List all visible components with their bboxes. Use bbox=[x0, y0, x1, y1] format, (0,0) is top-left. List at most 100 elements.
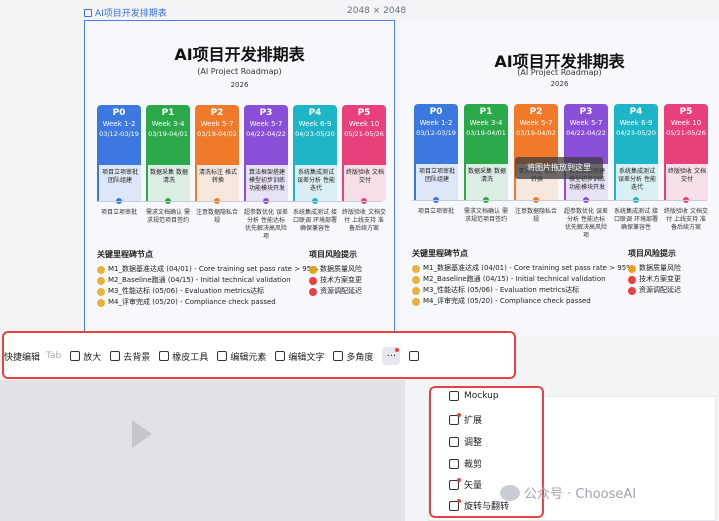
vector-icon bbox=[449, 477, 461, 490]
risks-title: 项目风险提示 bbox=[309, 250, 357, 259]
wechat-icon bbox=[500, 484, 520, 501]
phase-body: 系统集成测试 误差分析 性能迭代 bbox=[614, 164, 658, 200]
menu-item-mockup[interactable]: Mockup bbox=[449, 391, 499, 401]
milestone-item: M2_Baseline跑通 (04/15) - Initial technica… bbox=[97, 275, 318, 286]
phase-tasks: 系统集成测试 接口联调 环境部署 确保兼容性 bbox=[293, 209, 337, 232]
risk-item: 数据质量风险 bbox=[628, 263, 681, 274]
phase-body: 终版验收 文档交付 bbox=[342, 165, 386, 201]
image-toolbar: 快捷编辑 Tab 放大 去背景 橡皮工具 编辑元素 编辑文字 多角度 ··· bbox=[4, 344, 428, 368]
milestone-item: M3_性能达标 (05/06) - Evaluation metrics达标 bbox=[97, 286, 318, 297]
check-icon bbox=[412, 297, 420, 306]
phase-header-p0: P0 Week 1-2 03/12-03/19 bbox=[414, 104, 458, 164]
timeline bbox=[97, 201, 382, 205]
drop-hint: 将图片拖放到这里 bbox=[515, 157, 603, 179]
roadmap-subtitle: (AI Project Roadmap) bbox=[517, 68, 602, 77]
milestone-item: M4_评审完成 (05/20) - Compliance check passe… bbox=[97, 297, 318, 308]
phase-tasks: 需求文档确认 需求规范项目签约 bbox=[464, 208, 508, 223]
risk-item: 资源调配延迟 bbox=[628, 285, 681, 296]
phase-header-p3: P3 Week 5-7 04/22-04/22 bbox=[564, 104, 608, 164]
phase-tasks: 项目立项审批 bbox=[417, 208, 454, 215]
roadmap-year: 2026 bbox=[230, 81, 249, 89]
shirt-icon bbox=[449, 391, 459, 401]
more-button[interactable]: ··· bbox=[382, 347, 401, 365]
eraser-icon bbox=[159, 351, 170, 361]
phase-header-p5: P5 Week 10 05/21-05/26 bbox=[664, 104, 708, 164]
phase-body: 终版验收 文档交付 bbox=[664, 164, 708, 200]
text-edit-icon bbox=[275, 351, 286, 361]
phase-header-p1: P1 Week 3-4 03/19-04/01 bbox=[146, 105, 190, 165]
phase-tasks: 超参数优化 误差分析 性能达标 优先解决高风险项 bbox=[244, 209, 288, 240]
cube-icon bbox=[333, 351, 344, 361]
phase-header-p5: P5 Week 10 05/21-05/26 bbox=[342, 105, 386, 165]
image-icon bbox=[84, 8, 92, 17]
check-icon bbox=[412, 264, 420, 273]
roadmap-card-selected[interactable]: AI项目开发排期表 (AI Project Roadmap) 2026 P0 We… bbox=[84, 20, 395, 336]
layers-icon bbox=[217, 351, 228, 361]
phase-tasks: 终版验收 文档交付 上线支持 准备后续方案 bbox=[342, 209, 386, 232]
phase-tasks: 超参数优化 误差分析 性能达标 优先解决高风险项 bbox=[564, 208, 608, 239]
check-icon bbox=[97, 265, 105, 274]
phase-body: 算法框架搭建 模型初步训练 功能模块开发 bbox=[244, 165, 288, 201]
crop-icon bbox=[449, 458, 459, 469]
phase-tasks: 终版验收 文档交付 上线支持 准备后续方案 bbox=[664, 208, 708, 231]
check-icon bbox=[97, 287, 105, 296]
menu-item-adjust[interactable]: 调整 bbox=[449, 435, 482, 448]
phase-body: 清洗标注 格式转换 bbox=[195, 165, 239, 201]
alert-icon bbox=[309, 276, 317, 285]
phase-header-p4: P4 Week 6-9 04/23-05/20 bbox=[614, 104, 658, 164]
video-preview[interactable] bbox=[0, 380, 405, 521]
milestones-title: 关键里程碑节点 bbox=[97, 250, 153, 259]
phase-header-p2: P2 Week 5-7 03/19-04/02 bbox=[514, 104, 558, 164]
phase-tasks: 需求文档确认 需求规范项目签约 bbox=[146, 209, 190, 224]
phase-tasks: 注意数据隐私合规 bbox=[514, 208, 557, 223]
phase-body: 数据采集 数据清洗 bbox=[146, 165, 190, 201]
play-icon[interactable] bbox=[132, 420, 152, 448]
phase-header-p1: P1 Week 3-4 03/19-04/01 bbox=[464, 104, 508, 164]
watermark: 公众号 · ChooseAI bbox=[500, 483, 636, 502]
canvas-size: 2048 × 2048 bbox=[347, 6, 407, 16]
edit-text-button[interactable]: 编辑文字 bbox=[275, 350, 324, 363]
risks: 项目风险提示 数据质量风险 技术方案变更 资源调配延迟 bbox=[309, 249, 362, 297]
milestone-item: M2_Baseline跑通 (04/15) - Initial technica… bbox=[412, 274, 633, 285]
milestones: 关键里程碑节点 M1_数据基准达成 (04/01) - Core trainin… bbox=[97, 249, 318, 308]
milestone-item: M4_评审完成 (05/20) - Compliance check passe… bbox=[412, 296, 633, 307]
phase-body: 项目立项审批 团队组建 bbox=[414, 164, 458, 200]
multi-angle-button[interactable]: 多角度 bbox=[333, 350, 373, 363]
phase-body: 项目立项审批 团队组建 bbox=[97, 165, 141, 201]
edit-elements-button[interactable]: 编辑元素 bbox=[217, 350, 266, 363]
remove-background-button[interactable]: 去背景 bbox=[110, 350, 150, 363]
phase-header-p4: P4 Week 6-9 04/23-05/20 bbox=[293, 105, 337, 165]
check-icon bbox=[412, 275, 420, 284]
risk-item: 资源调配延迟 bbox=[309, 286, 362, 297]
milestone-item: M3_性能达标 (05/06) - Evaluation metrics达标 bbox=[412, 285, 633, 296]
menu-item-vector[interactable]: 矢量 bbox=[449, 477, 482, 491]
roadmap-title: AI项目开发排期表 bbox=[174, 45, 305, 64]
download-icon bbox=[409, 351, 420, 361]
check-icon bbox=[412, 286, 420, 295]
risk-item: 技术方案变更 bbox=[628, 274, 681, 285]
menu-item-crop[interactable]: 裁剪 bbox=[449, 457, 482, 470]
alert-icon bbox=[628, 286, 636, 295]
timeline bbox=[412, 200, 707, 204]
menu-item-expand[interactable]: 扩展 bbox=[449, 412, 482, 426]
eraser-button[interactable]: 橡皮工具 bbox=[159, 350, 208, 363]
adjust-icon bbox=[449, 436, 459, 447]
phase-tasks: 系统集成测试 接口联调 环境部署 确保兼容性 bbox=[614, 208, 658, 231]
check-icon bbox=[97, 298, 105, 307]
phase-header-p0: P0 Week 1-2 03/12-03/19 bbox=[97, 105, 141, 165]
risks: 项目风险提示 数据质量风险 技术方案变更 资源调配延迟 bbox=[628, 249, 681, 296]
milestones: 关键里程碑节点 M1_数据基准达成 (04/01) - Core trainin… bbox=[412, 249, 633, 307]
download-button[interactable] bbox=[409, 351, 420, 361]
zoom-button[interactable]: 放大 bbox=[70, 350, 101, 363]
quick-edit-button[interactable]: 快捷编辑 Tab bbox=[4, 350, 61, 363]
risk-item: 技术方案变更 bbox=[309, 275, 362, 286]
canvas-label[interactable]: AI项目开发排期表 bbox=[84, 6, 167, 19]
phase-header-p3: P3 Week 5-7 04/22-04/22 bbox=[244, 105, 288, 165]
roadmap-subtitle: (AI Project Roadmap) bbox=[197, 67, 282, 76]
rotate-icon bbox=[449, 498, 461, 511]
expand-icon bbox=[449, 412, 461, 425]
milestone-item: M1_数据基准达成 (04/01) - Core training set pa… bbox=[412, 263, 633, 274]
warning-icon bbox=[309, 265, 317, 274]
milestone-item: M1_数据基准达成 (04/01) - Core training set pa… bbox=[97, 264, 318, 275]
alert-icon bbox=[628, 275, 636, 284]
